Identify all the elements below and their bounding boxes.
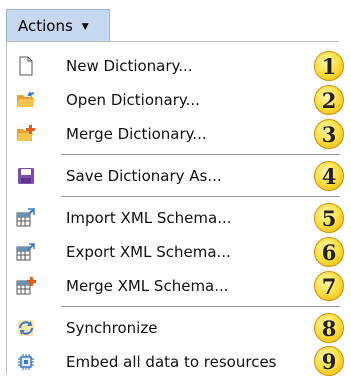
embed-resources-icon [16, 352, 36, 372]
menu-separator [61, 154, 340, 155]
menu-item-label: Import XML Schema... [66, 209, 232, 227]
step-number-badge: 6 [314, 237, 344, 267]
step-number-badge: 4 [314, 161, 344, 191]
merge-folder-icon [16, 124, 36, 144]
menu-item-new-dictionary[interactable]: New Dictionary... [7, 49, 307, 83]
menu-item-synchronize[interactable]: Synchronize [7, 311, 307, 345]
menu-item-embed-data-to-resources[interactable]: Embed all data to resources [7, 345, 307, 379]
chevron-down-icon: ▼ [81, 21, 89, 32]
export-schema-icon [16, 242, 36, 262]
save-disk-icon [16, 166, 36, 186]
merge-schema-icon [16, 276, 36, 296]
menu-item-label: New Dictionary... [66, 57, 193, 75]
actions-dropdown-menu: New Dictionary... Open Dictionary... Mer… [6, 41, 344, 376]
step-number-badge: 5 [314, 203, 344, 233]
menu-item-import-xml-schema[interactable]: Import XML Schema... [7, 201, 307, 235]
actions-menu-button[interactable]: Actions ▼ [6, 9, 110, 42]
step-number-badge: 8 [314, 313, 344, 343]
menu-item-label: Export XML Schema... [66, 243, 231, 261]
new-document-icon [16, 56, 36, 76]
menu-item-merge-xml-schema[interactable]: Merge XML Schema... [7, 269, 307, 303]
menu-separator [61, 196, 340, 197]
step-number-badge: 2 [314, 85, 344, 115]
menu-item-open-dictionary[interactable]: Open Dictionary... [7, 83, 307, 117]
step-number-badge: 9 [314, 346, 344, 376]
open-folder-icon [16, 90, 36, 110]
actions-label: Actions [18, 16, 73, 35]
menu-item-label: Open Dictionary... [66, 91, 200, 109]
menu-item-label: Embed all data to resources [66, 353, 277, 371]
menu-item-merge-dictionary[interactable]: Merge Dictionary... [7, 117, 307, 151]
menu-item-label: Synchronize [66, 319, 158, 337]
step-number-badge: 7 [314, 271, 344, 301]
menu-item-label: Merge Dictionary... [66, 125, 207, 143]
step-number-badge: 3 [314, 119, 344, 149]
menu-item-label: Save Dictionary As... [66, 167, 222, 185]
synchronize-icon [16, 318, 36, 338]
import-schema-icon [16, 208, 36, 228]
menu-item-label: Merge XML Schema... [66, 277, 229, 295]
step-number-badge: 1 [314, 51, 344, 81]
menu-item-export-xml-schema[interactable]: Export XML Schema... [7, 235, 307, 269]
menu-separator [61, 306, 340, 307]
menu-item-save-dictionary-as[interactable]: Save Dictionary As... [7, 159, 307, 193]
